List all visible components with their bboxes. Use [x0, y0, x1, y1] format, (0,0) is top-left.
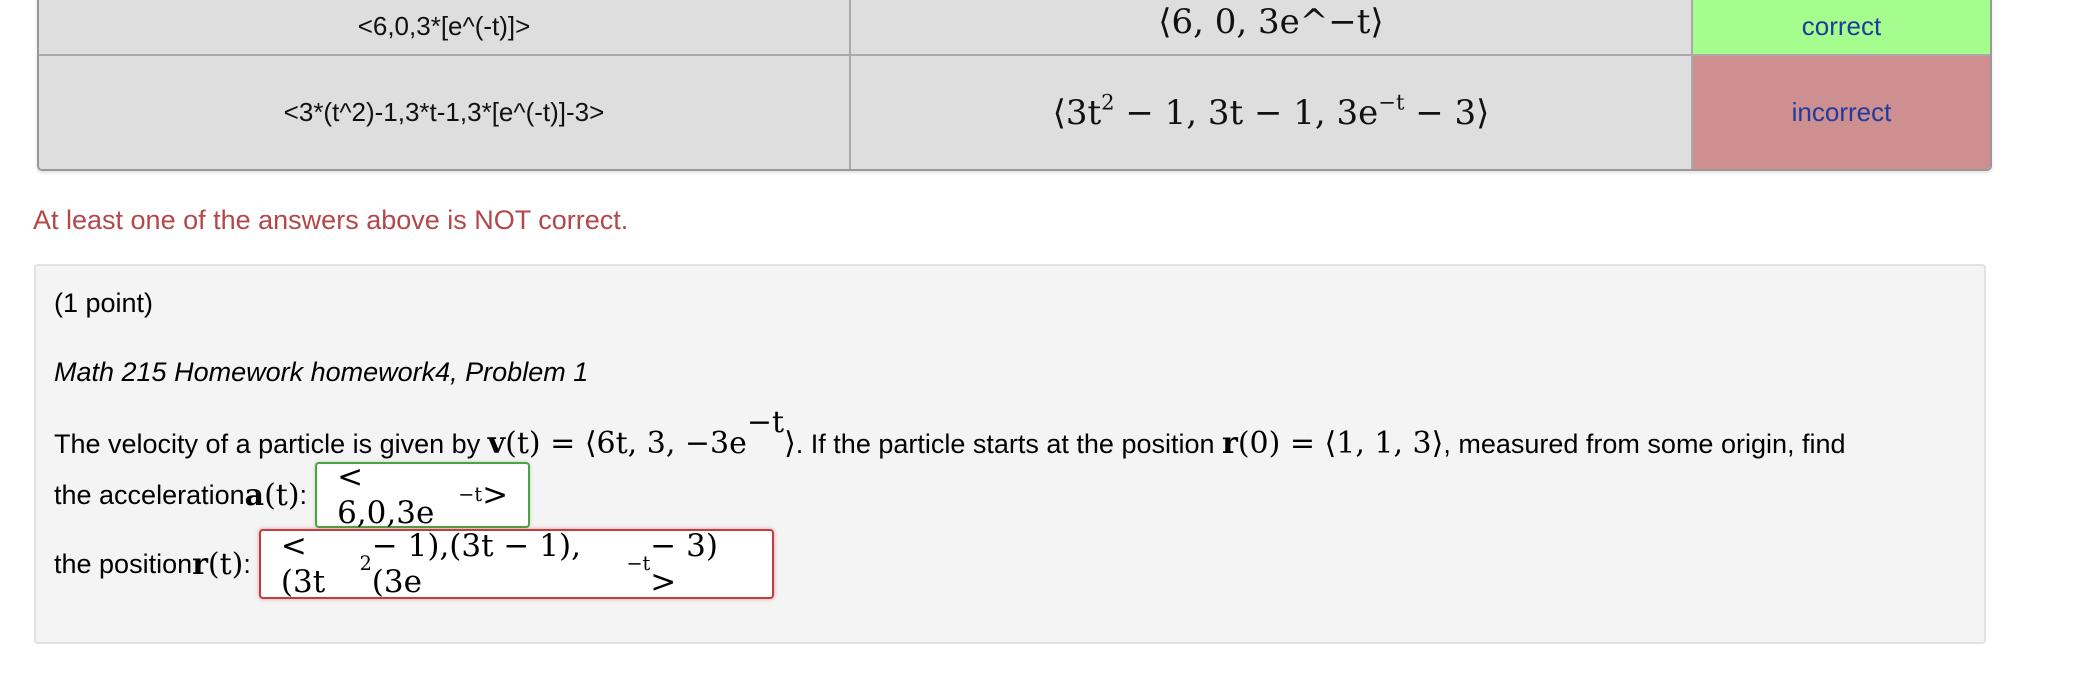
preview-exponent: 2 — [1101, 88, 1115, 114]
preview-answer-text: ⟨6, 0, 3e^−t⟩ — [1158, 2, 1384, 42]
acceleration-symbol: a — [244, 477, 265, 513]
problem-title: Math 215 Homework homework4, Problem 1 — [54, 357, 589, 387]
results-row: <6,0,3*[e^(-t)]> ⟨6, 0, 3e^−t⟩ correct — [39, 0, 1990, 54]
problem-panel: (1 point) Math 215 Homework homework4, P… — [34, 264, 1986, 644]
answer-part: > — [482, 477, 509, 513]
answer-part: − 1),(3t − 1),(3e — [371, 528, 581, 600]
preview-part: − 3⟩ — [1404, 92, 1490, 133]
velocity-expression: (t) = ⟨6t, 3, −3e — [505, 426, 747, 461]
status-cell-correct: correct — [1693, 0, 1990, 54]
position-row: the position r (t): < (3t 2 − 1),(3t − 1),… — [54, 528, 774, 600]
statement-text: The velocity of a particle is given by — [54, 429, 488, 459]
problem-statement: The velocity of a particle is given by v… — [54, 408, 1846, 462]
velocity-bracket: ⟩ — [784, 426, 796, 461]
entered-answer-text: <3*(t^2)-1,3*t-1,3*[e^(-t)]-3> — [283, 97, 605, 127]
position-colon: : — [243, 548, 251, 579]
status-text: incorrect — [1791, 97, 1892, 127]
results-table: <6,0,3*[e^(-t)]> ⟨6, 0, 3e^−t⟩ correct <… — [37, 0, 1992, 171]
position-label: the position — [54, 548, 193, 579]
answer-part: − 3) > — [650, 528, 718, 600]
statement-text: , measured from some origin, find — [1443, 429, 1846, 459]
acceleration-label: the acceleration — [54, 479, 245, 510]
results-row: <3*(t^2)-1,3*t-1,3*[e^(-t)]-3> ⟨3t2 − 1,… — [39, 54, 1990, 169]
preview-part: − 1, 3t − 1, 3e — [1114, 92, 1379, 133]
answer-part: < (3t — [280, 528, 326, 600]
position-symbol: r — [1222, 426, 1238, 461]
problem-points: (1 point) — [54, 288, 154, 318]
initial-position-expression: (0) = ⟨1, 1, 3⟩ — [1237, 426, 1444, 461]
webwork-page: <6,0,3*[e^(-t)]> ⟨6, 0, 3e^−t⟩ correct <… — [0, 0, 2094, 692]
position-arg: (t) — [207, 546, 244, 582]
entered-answer-text: <6,0,3*[e^(-t)]> — [357, 11, 531, 41]
velocity-exponent: −t — [746, 405, 785, 440]
preview-answer-cell: ⟨3t2 − 1, 3t − 1, 3e−t − 3⟩ — [851, 56, 1693, 169]
preview-answer-cell: ⟨6, 0, 3e^−t⟩ — [851, 0, 1693, 54]
feedback-message: At least one of the answers above is NOT… — [33, 205, 629, 235]
status-text: correct — [1801, 11, 1882, 41]
answer-part: < 6,0,3e — [337, 459, 435, 531]
position-answer-input[interactable]: < (3t 2 − 1),(3t − 1),(3e −t − 3) > — [258, 528, 774, 600]
entered-answer-cell: <6,0,3*[e^(-t)]> — [39, 0, 851, 54]
velocity-symbol: v — [487, 426, 506, 461]
acceleration-row: the acceleration a (t): < 6,0,3e −t > — [54, 459, 531, 531]
preview-exponent: −t — [1378, 88, 1405, 114]
acceleration-answer-input[interactable]: < 6,0,3e −t > — [315, 459, 531, 531]
preview-answer-text: ⟨3t2 − 1, 3t − 1, 3e−t − 3⟩ — [1052, 91, 1490, 133]
preview-part: ⟨3t — [1052, 92, 1102, 133]
acceleration-arg: (t) — [264, 477, 300, 513]
status-cell-incorrect: incorrect — [1693, 56, 1990, 169]
entered-answer-cell: <3*(t^2)-1,3*t-1,3*[e^(-t)]-3> — [39, 56, 851, 169]
position-symbol: r — [192, 546, 208, 582]
statement-text: . If the particle starts at the position — [795, 429, 1223, 459]
acceleration-colon: : — [299, 479, 308, 510]
